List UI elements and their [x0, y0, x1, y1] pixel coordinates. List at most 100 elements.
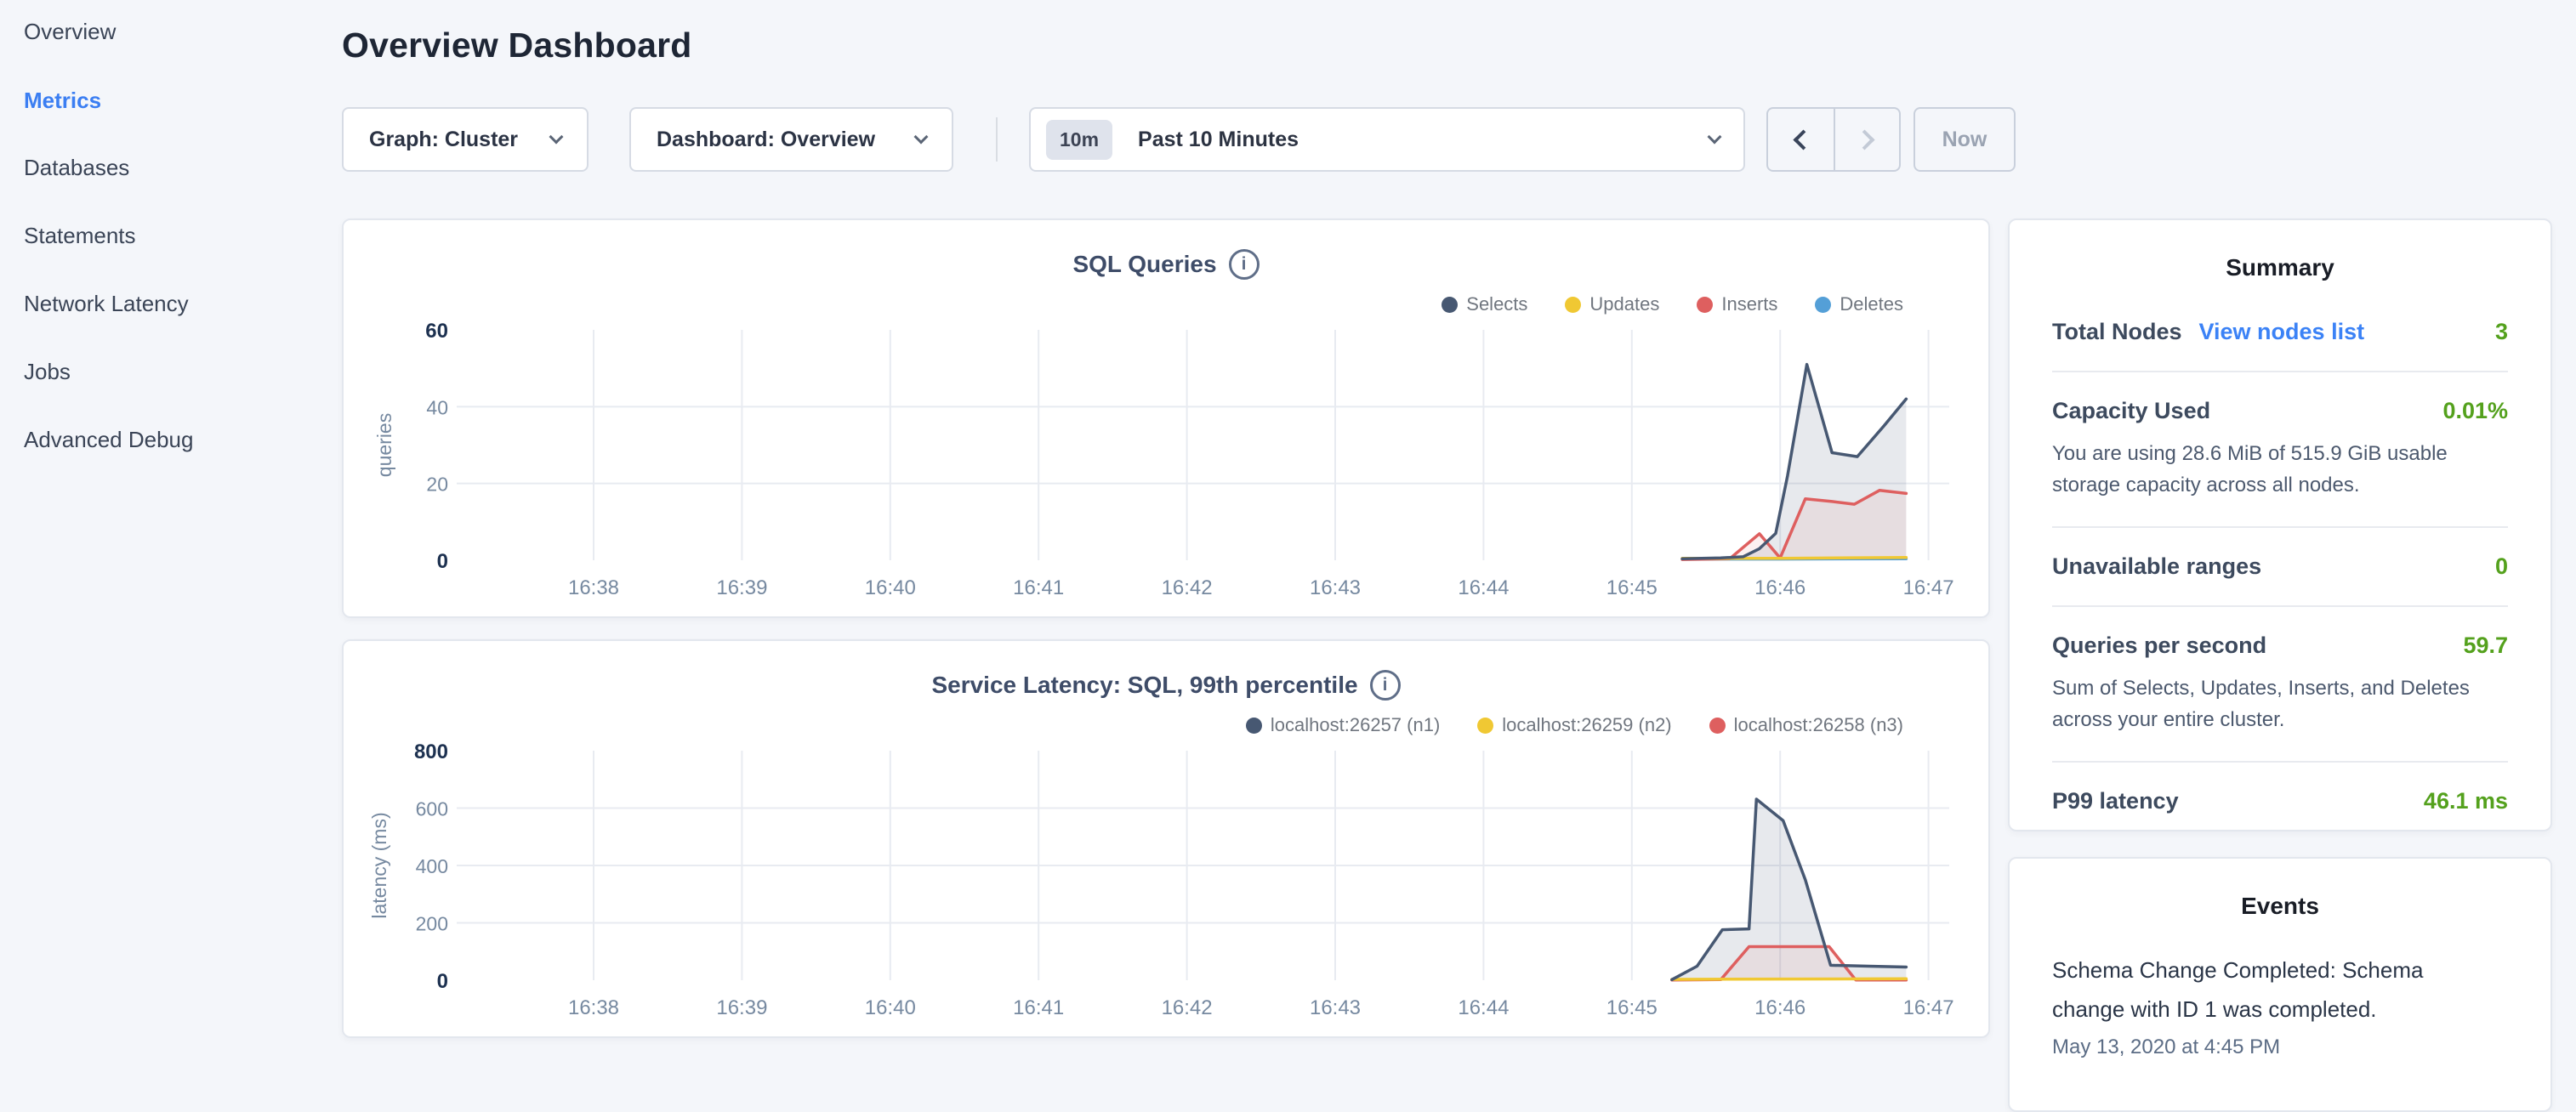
graph-dropdown[interactable]: Graph: Cluster — [342, 107, 589, 172]
x-tick-label: 16:41 — [1013, 576, 1064, 599]
sidebar-item-jobs[interactable]: Jobs — [24, 353, 71, 390]
chevron-down-icon — [549, 129, 564, 144]
dashboard-dropdown-label: Dashboard: Overview — [657, 128, 875, 152]
summary-value: 0.01% — [2442, 398, 2508, 424]
x-tick-label: 16:45 — [1606, 576, 1658, 599]
legend-label: localhost:26259 (n2) — [1502, 714, 1671, 736]
view-nodes-list-link[interactable]: View nodes list — [2199, 319, 2365, 345]
events-title: Events — [2010, 859, 2550, 920]
sidebar-item-databases[interactable]: Databases — [24, 149, 129, 186]
summary-label: Queries per second — [2052, 633, 2266, 659]
y-tick-label: 600 — [416, 798, 448, 820]
overview-dashboard-page: { "sidebar": { "items": [ { "label": "Ov… — [0, 0, 2576, 1051]
service-latency-chart-card: 020040060080016:3816:3916:4016:4116:4216… — [342, 639, 1990, 1038]
y-tick-label: 60 — [425, 320, 448, 343]
chart-title: SQL Queries — [1072, 251, 1216, 278]
chevron-right-icon — [1854, 129, 1874, 150]
toolbar-divider — [996, 117, 998, 162]
x-tick-label: 16:45 — [1606, 996, 1658, 1019]
dashboard-dropdown[interactable]: Dashboard: Overview — [629, 107, 953, 172]
legend-dot-icon — [1477, 718, 1493, 734]
legend-label: Selects — [1466, 293, 1527, 315]
x-tick-label: 16:40 — [865, 996, 916, 1019]
x-tick-label: 16:47 — [1903, 576, 1954, 599]
chart-title: Service Latency: SQL, 99th percentile — [931, 672, 1357, 699]
summary-label: P99 latency — [2052, 788, 2179, 814]
time-prev-button[interactable] — [1768, 109, 1834, 170]
x-tick-label: 16:42 — [1162, 996, 1213, 1019]
sidebar-item-network-latency[interactable]: Network Latency — [24, 285, 189, 322]
time-range-label: Past 10 Minutes — [1138, 128, 1709, 152]
legend-item[interactable]: localhost:26259 (n2) — [1477, 714, 1671, 736]
x-tick-label: 16:46 — [1754, 996, 1805, 1019]
x-tick-label: 16:40 — [865, 576, 916, 599]
legend-dot-icon — [1697, 297, 1713, 313]
legend-label: Inserts — [1721, 293, 1777, 315]
summary-title: Summary — [2010, 220, 2550, 281]
legend-item[interactable]: localhost:26257 (n1) — [1246, 714, 1440, 736]
y-tick-label: 0 — [437, 550, 448, 573]
x-tick-label: 16:44 — [1458, 576, 1509, 599]
summary-description: You are using 28.6 MiB of 515.9 GiB usab… — [2052, 438, 2508, 501]
summary-row-unavailable-ranges: Unavailable ranges 0 — [2052, 528, 2508, 607]
event-message: Schema Change Completed: Schema change w… — [2052, 950, 2443, 1029]
legend-item[interactable]: Updates — [1565, 293, 1659, 315]
legend-label: localhost:26258 (n3) — [1734, 714, 1903, 736]
y-tick-label: 40 — [426, 396, 448, 418]
legend-item[interactable]: Inserts — [1697, 293, 1777, 315]
legend-label: Updates — [1589, 293, 1659, 315]
summary-row-total-nodes: Total Nodes View nodes list 3 — [2052, 293, 2508, 372]
legend-dot-icon — [1815, 297, 1831, 313]
legend-label: localhost:26257 (n1) — [1271, 714, 1440, 736]
y-tick-label: 20 — [426, 474, 448, 496]
chevron-down-icon — [914, 129, 929, 144]
sidebar-item-overview[interactable]: Overview — [24, 13, 116, 50]
x-tick-label: 16:46 — [1754, 576, 1805, 599]
x-tick-label: 16:42 — [1162, 576, 1213, 599]
summary-row-p99-latency: P99 latency 46.1 ms — [2052, 763, 2508, 840]
y-tick-label: 800 — [414, 740, 448, 763]
legend-dot-icon — [1565, 297, 1581, 313]
summary-value: 0 — [2495, 553, 2508, 580]
chart-legend: localhost:26257 (n1) localhost:26259 (n2)… — [1246, 714, 1903, 736]
chevron-down-icon — [1708, 129, 1722, 144]
legend-dot-icon — [1442, 297, 1458, 313]
x-tick-label: 16:38 — [568, 576, 619, 599]
sidebar-item-advanced-debug[interactable]: Advanced Debug — [24, 421, 193, 458]
summary-panel: Summary Total Nodes View nodes list 3 Ca… — [2008, 218, 2552, 831]
summary-row-capacity-used: Capacity Used 0.01% You are using 28.6 M… — [2052, 372, 2508, 528]
y-tick-label: 400 — [416, 855, 448, 877]
summary-value: 59.7 — [2463, 633, 2508, 659]
event-item[interactable]: Schema Change Completed: Schema change w… — [2010, 920, 2550, 1059]
event-timestamp: May 13, 2020 at 4:45 PM — [2052, 1035, 2508, 1059]
legend-label: Deletes — [1840, 293, 1903, 315]
summary-value: 46.1 ms — [2424, 788, 2508, 814]
legend-item[interactable]: Deletes — [1815, 293, 1903, 315]
sql-queries-chart-card: 0 20 40 60 16:38 16:39 16:40 16:41 16:42 16:43 16:… — [342, 218, 1990, 618]
legend-item[interactable]: Selects — [1442, 293, 1527, 315]
time-range-selector[interactable]: 10m Past 10 Minutes — [1029, 107, 1745, 172]
y-axis-label: queries — [373, 413, 395, 477]
legend-item[interactable]: localhost:26258 (n3) — [1709, 714, 1903, 736]
legend-dot-icon — [1709, 718, 1726, 734]
legend-dot-icon — [1246, 718, 1262, 734]
y-axis-label: latency (ms) — [368, 812, 390, 918]
info-icon[interactable]: i — [1370, 670, 1401, 701]
graph-dropdown-label: Graph: Cluster — [369, 128, 518, 152]
time-pager — [1766, 107, 1901, 172]
x-tick-label: 16:43 — [1310, 996, 1361, 1019]
time-next-button[interactable] — [1834, 109, 1899, 170]
sidebar-item-metrics[interactable]: Metrics — [24, 82, 101, 119]
x-tick-label: 16:41 — [1013, 996, 1064, 1019]
summary-label: Unavailable ranges — [2052, 553, 2261, 580]
summary-value: 3 — [2495, 319, 2508, 345]
x-tick-label: 16:43 — [1310, 576, 1361, 599]
y-tick-label: 200 — [416, 913, 448, 935]
info-icon[interactable]: i — [1229, 249, 1260, 280]
summary-label: Capacity Used — [2052, 398, 2210, 424]
sidebar-item-statements[interactable]: Statements — [24, 217, 136, 254]
x-tick-label: 16:39 — [716, 576, 767, 599]
now-button[interactable]: Now — [1914, 107, 2016, 172]
y-tick-label: 0 — [437, 970, 448, 993]
x-tick-label: 16:38 — [568, 996, 619, 1019]
